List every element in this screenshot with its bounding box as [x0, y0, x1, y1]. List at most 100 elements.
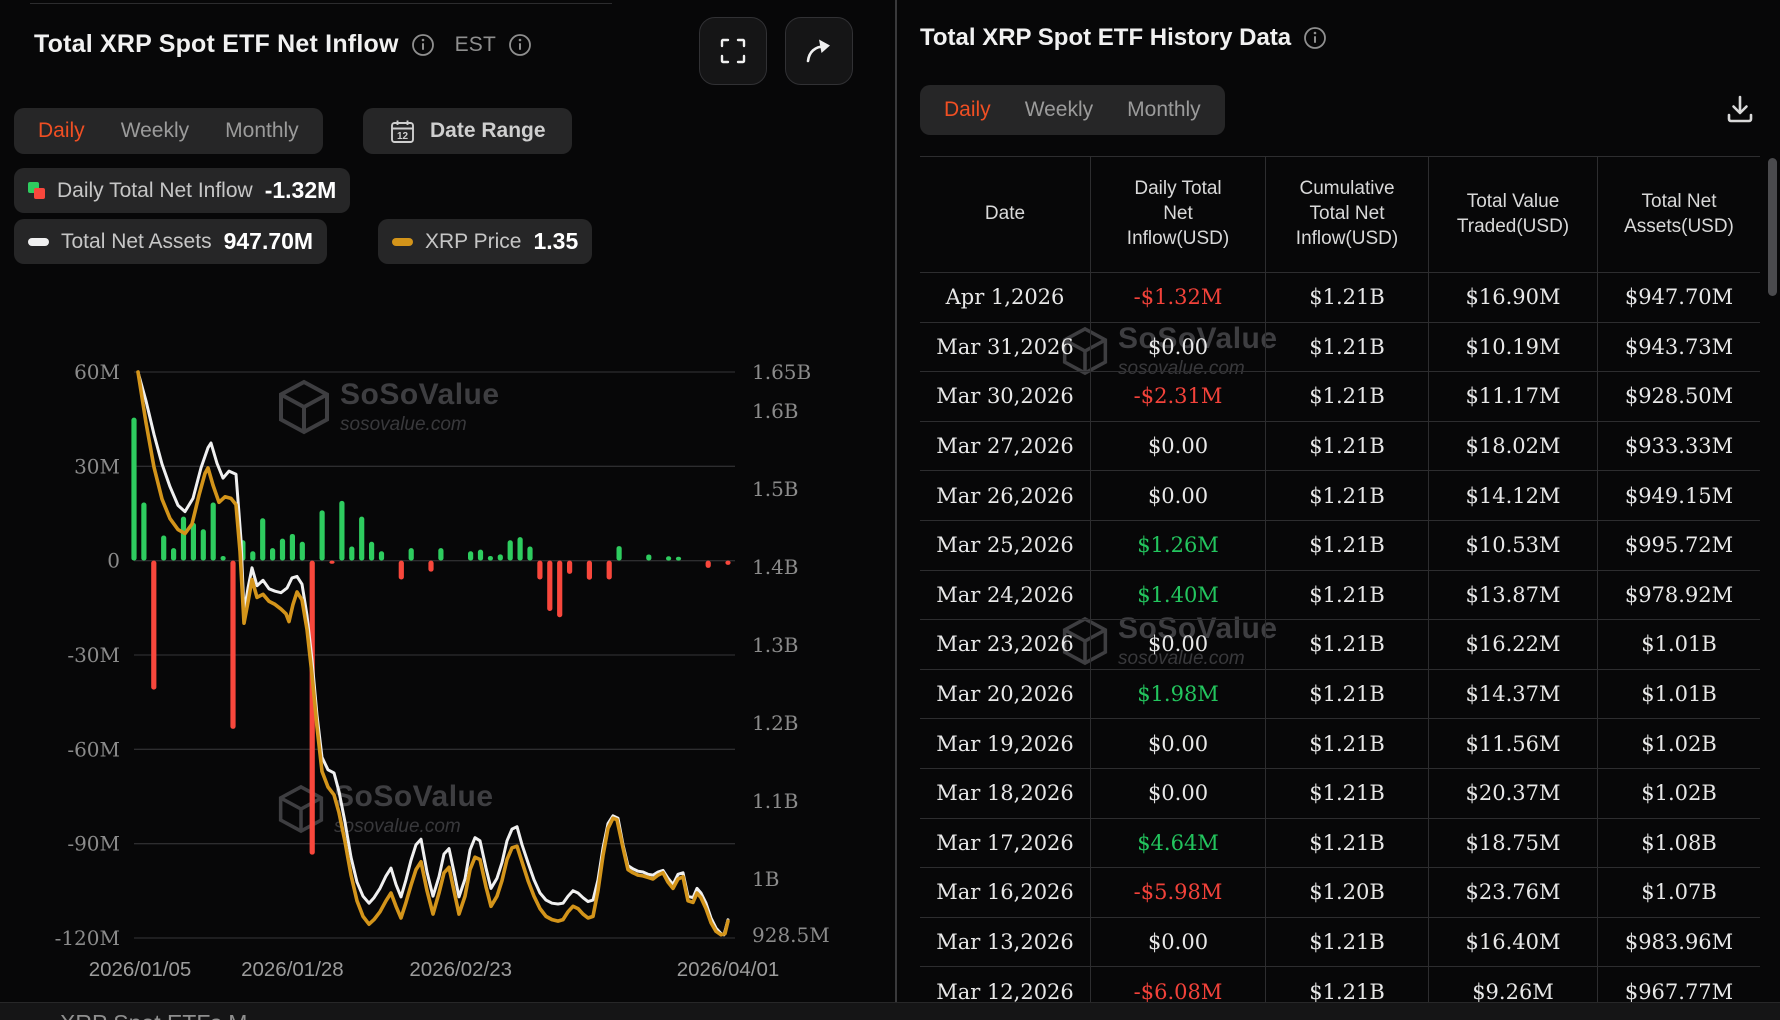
- legend-total-net-assets[interactable]: Total Net Assets 947.70M: [14, 219, 328, 264]
- svg-text:-90M: -90M: [67, 832, 120, 856]
- row-value: $1.21B: [1265, 669, 1428, 720]
- row-value: $0.00: [1090, 471, 1265, 521]
- row-value: $0.00: [1090, 322, 1265, 373]
- row-value: $1.21B: [1265, 273, 1428, 323]
- row-value: -$5.98M: [1090, 868, 1265, 918]
- row-date: Mar 20,2026: [920, 670, 1090, 720]
- cutoff-text: XRP Spot ETFs M: [60, 1010, 247, 1020]
- svg-text:928.5M: 928.5M: [752, 923, 830, 947]
- row-value: $0.00: [1090, 719, 1265, 769]
- column-header: Total Net Assets(USD): [1597, 157, 1760, 273]
- row-date: Mar 19,2026: [920, 719, 1090, 769]
- column-header: Date: [920, 157, 1090, 273]
- legend-daily-net-inflow[interactable]: Daily Total Net Inflow -1.32M: [14, 168, 351, 213]
- info-icon[interactable]: [508, 33, 532, 57]
- top-hairline: [30, 3, 612, 4]
- row-value: $10.19M: [1428, 322, 1597, 373]
- svg-text:12: 12: [397, 131, 409, 142]
- info-icon[interactable]: [1303, 26, 1327, 50]
- share-icon: [804, 36, 834, 66]
- svg-text:1.1B: 1.1B: [752, 789, 799, 813]
- svg-text:1B: 1B: [752, 867, 779, 891]
- tab-monthly[interactable]: Monthly: [1127, 98, 1201, 122]
- table-title: Total XRP Spot ETF History Data: [920, 24, 1292, 51]
- row-value: $0.00: [1090, 768, 1265, 819]
- download-button[interactable]: [1720, 88, 1760, 130]
- row-value: $11.17M: [1428, 372, 1597, 422]
- legend-value: -1.32M: [264, 177, 337, 203]
- row-value: $928.50M: [1597, 372, 1760, 422]
- legend-value: 1.35: [533, 228, 579, 254]
- row-date: Mar 30,2026: [920, 372, 1090, 422]
- watermark: SoSoValue sosovalue.com: [278, 780, 494, 838]
- row-value: $1.07B: [1597, 868, 1760, 918]
- svg-text:1.4B: 1.4B: [752, 555, 799, 579]
- svg-text:1.3B: 1.3B: [752, 633, 799, 657]
- column-header: Daily Total Net Inflow(USD): [1090, 157, 1265, 273]
- share-button[interactable]: [785, 17, 853, 85]
- calendar-icon: 12: [389, 118, 416, 145]
- row-value: $1.21B: [1265, 471, 1428, 521]
- row-date: Mar 31,2026: [920, 323, 1090, 373]
- row-value: $1.21B: [1265, 372, 1428, 422]
- row-value: $4.64M: [1090, 818, 1265, 869]
- chart-period-tabs: Daily Weekly Monthly: [14, 108, 323, 154]
- svg-text:2026/04/01: 2026/04/01: [677, 958, 780, 981]
- fullscreen-button[interactable]: [699, 17, 767, 85]
- row-date: Mar 13,2026: [920, 918, 1090, 968]
- row-date: Mar 27,2026: [920, 422, 1090, 472]
- row-value: $1.01B: [1597, 669, 1760, 720]
- column-header: Cumulative Total Net Inflow(USD): [1265, 157, 1428, 273]
- legend-xrp-price[interactable]: XRP Price 1.35: [378, 219, 593, 264]
- sosovalue-dashboard: Total XRP Spot ETF Net Inflow EST Daily …: [0, 0, 1780, 1020]
- fullscreen-icon: [719, 37, 747, 65]
- row-value: $18.02M: [1428, 421, 1597, 472]
- row-value: $1.21B: [1265, 421, 1428, 472]
- row-value: -$1.32M: [1090, 273, 1265, 323]
- row-date: Mar 17,2026: [920, 819, 1090, 869]
- row-value: $933.33M: [1597, 421, 1760, 472]
- tab-daily[interactable]: Daily: [38, 119, 85, 143]
- row-date: Apr 1,2026: [920, 273, 1090, 323]
- svg-text:0: 0: [107, 549, 120, 573]
- row-value: $949.15M: [1597, 471, 1760, 521]
- svg-text:60M: 60M: [74, 360, 120, 384]
- tab-weekly[interactable]: Weekly: [1025, 98, 1093, 122]
- next-section-cutoff: XRP Spot ETFs M: [0, 1002, 1780, 1020]
- svg-text:1.6B: 1.6B: [752, 399, 799, 423]
- tab-monthly[interactable]: Monthly: [225, 119, 299, 143]
- download-icon: [1724, 93, 1756, 125]
- svg-text:1.2B: 1.2B: [752, 711, 799, 735]
- assets-legend-icon: [28, 237, 49, 246]
- legend-label: Total Net Assets: [61, 229, 212, 253]
- history-data-table[interactable]: Date Daily Total Net Inflow(USD) Cumulativ…: [920, 156, 1760, 1017]
- row-value: $1.21B: [1265, 620, 1428, 670]
- row-value: $1.20B: [1265, 868, 1428, 918]
- legend-label: XRP Price: [425, 229, 522, 253]
- svg-text:2026/01/05: 2026/01/05: [89, 958, 192, 981]
- legend-value: 947.70M: [223, 228, 314, 254]
- row-value: $983.96M: [1597, 917, 1760, 968]
- tab-weekly[interactable]: Weekly: [121, 119, 189, 143]
- sosovalue-logo-icon: [278, 379, 330, 435]
- row-date: Mar 26,2026: [920, 471, 1090, 521]
- row-value: $1.02B: [1597, 768, 1760, 819]
- row-value: -$2.31M: [1090, 372, 1265, 422]
- row-value: $1.21B: [1265, 520, 1428, 571]
- timezone-label: EST: [454, 32, 497, 56]
- svg-text:1.5B: 1.5B: [752, 477, 799, 501]
- row-value: $0.00: [1090, 620, 1265, 670]
- column-header: Total Value Traded(USD): [1428, 157, 1597, 273]
- info-icon[interactable]: [411, 33, 435, 57]
- row-value: $1.21B: [1265, 917, 1428, 968]
- row-value: $1.02B: [1597, 719, 1760, 769]
- table-scrollbar[interactable]: [1768, 158, 1777, 296]
- row-value: $1.01B: [1597, 620, 1760, 670]
- row-value: $11.56M: [1428, 719, 1597, 769]
- row-value: $1.21B: [1265, 818, 1428, 869]
- date-range-button[interactable]: 12 Date Range: [363, 108, 572, 154]
- tab-daily[interactable]: Daily: [944, 98, 991, 122]
- price-legend-icon: [392, 237, 413, 246]
- row-value: $1.21B: [1265, 322, 1428, 373]
- row-value: $947.70M: [1597, 273, 1760, 323]
